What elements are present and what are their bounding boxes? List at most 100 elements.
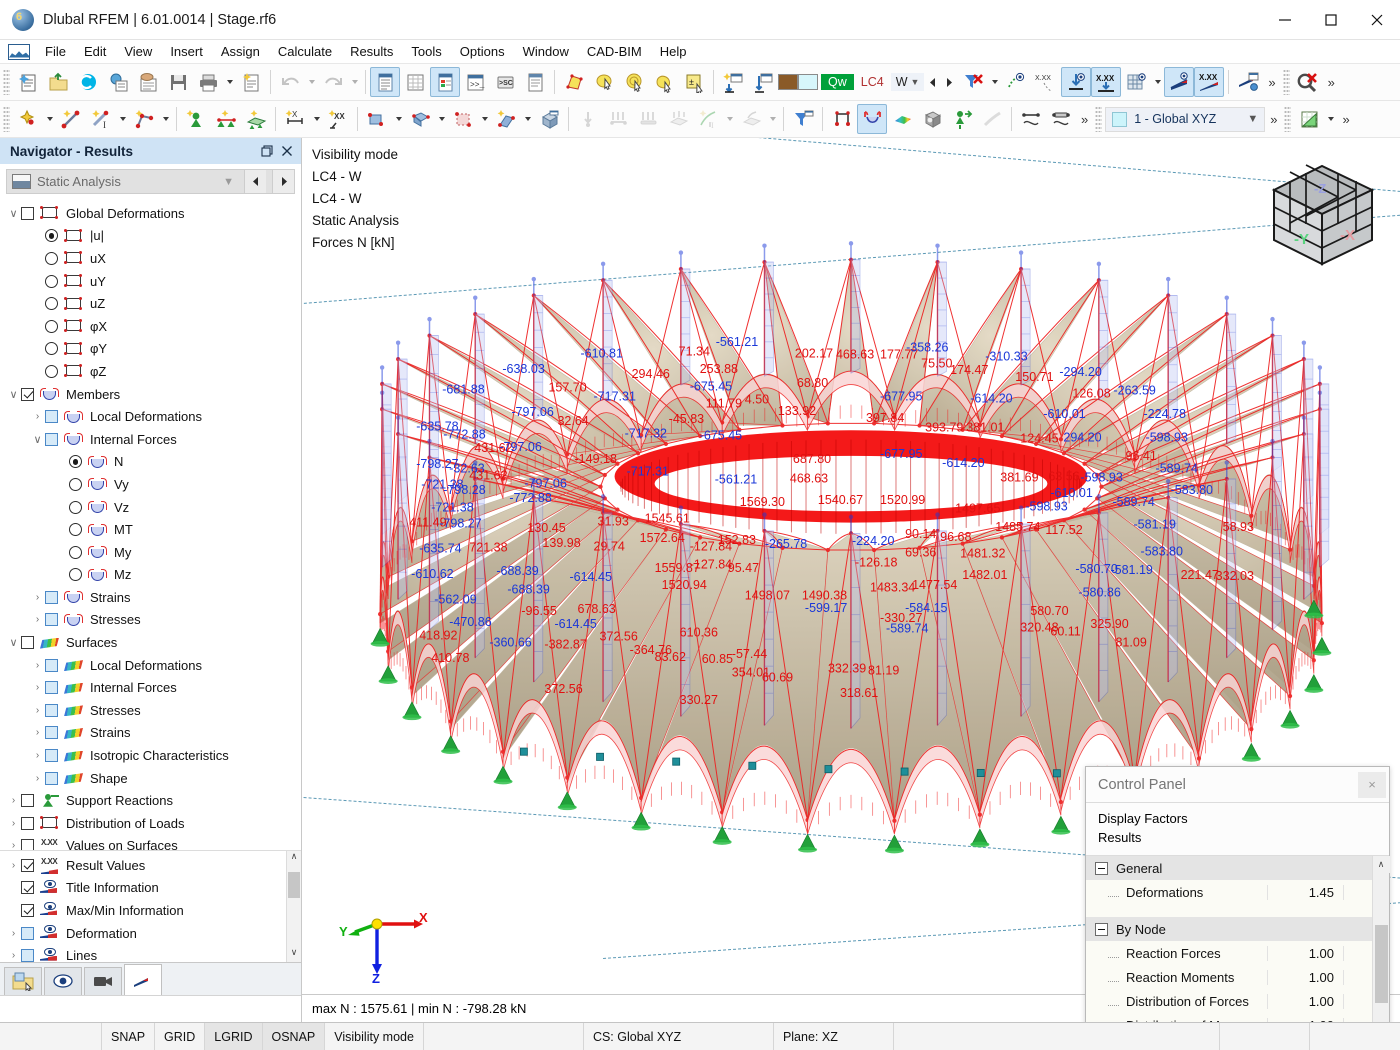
menu-cad-bim[interactable]: CAD-BIM (578, 41, 651, 62)
tree-item-isotropic-characteristics[interactable]: ›Isotropic Characteristics (0, 744, 301, 767)
undo-button[interactable] (275, 67, 305, 97)
table-panel-button[interactable] (400, 67, 430, 97)
menu-window[interactable]: Window (514, 41, 578, 62)
tree-item-local-deformations[interactable]: ›Local Deformations (0, 654, 301, 677)
result-display-settings-button[interactable] (1233, 67, 1263, 97)
checkbox-shape[interactable] (45, 772, 58, 785)
show-solid-results-button[interactable] (917, 104, 947, 134)
scroll-thumb[interactable] (288, 872, 300, 898)
next-analysis-button[interactable] (272, 170, 294, 193)
menu-file[interactable]: File (36, 41, 75, 62)
model-data-button[interactable] (103, 67, 133, 97)
checkbox-global-deformations[interactable] (21, 207, 34, 220)
tree-item-max-min-information[interactable]: Max/Min Information (0, 899, 301, 922)
select-freehand-button[interactable] (649, 67, 679, 97)
expand-icon[interactable]: › (30, 722, 45, 744)
radio-my[interactable] (69, 546, 82, 559)
factor-row[interactable]: Distribution of Mom…1.00 (1086, 1013, 1372, 1022)
show-hidden-objects-button[interactable] (1001, 67, 1031, 97)
factor-row[interactable]: Distribution of Forces1.00 (1086, 989, 1372, 1013)
show-support-reactions-2-button[interactable] (947, 104, 977, 134)
show-diagram-values-button[interactable]: X.XX (1194, 67, 1224, 97)
menu-help[interactable]: Help (651, 41, 696, 62)
expand-icon[interactable]: › (6, 854, 21, 876)
printout-report-button[interactable] (236, 67, 266, 97)
tree-item-result-values[interactable]: ›X.XXResult Values (0, 854, 301, 877)
tree-item-my[interactable]: My (0, 541, 301, 564)
toolbar-grip[interactable] (1283, 69, 1290, 95)
navigator-panel-button[interactable] (370, 67, 400, 97)
factor-row[interactable]: Reaction Forces1.00 (1086, 941, 1372, 965)
clear-results-button[interactable] (958, 67, 988, 97)
menu-assign[interactable]: Assign (212, 41, 269, 62)
member-load-button[interactable] (633, 104, 663, 134)
scroll-up-button[interactable]: ∧ (291, 851, 298, 866)
tree-item-vy[interactable]: Vy (0, 473, 301, 496)
tab-project-navigator[interactable] (4, 967, 42, 995)
tree-item-lines[interactable]: ›Lines (0, 944, 301, 962)
tree-scrollbar[interactable]: ∧∨ (286, 851, 301, 962)
tree-item-shape[interactable]: ›Shape (0, 767, 301, 790)
view-cube[interactable]: -Y -X -Z (1264, 160, 1382, 270)
checkbox-isotropic-characteristics[interactable] (45, 749, 58, 762)
tab-display-navigator[interactable] (44, 967, 82, 995)
scroll-up-button[interactable]: ∧ (1373, 856, 1390, 873)
toolbar-grip[interactable] (3, 69, 10, 95)
clear-results-caret[interactable] (988, 67, 1001, 97)
new-opening-button[interactable] (448, 104, 478, 134)
show-support-reactions-button[interactable] (1061, 67, 1091, 97)
menu-insert[interactable]: Insert (161, 41, 212, 62)
line-options-caret[interactable] (116, 104, 129, 134)
factor-value[interactable]: 1.00 (1268, 970, 1344, 985)
imposed-deformation-button[interactable] (736, 104, 766, 134)
menu-view[interactable]: View (115, 41, 161, 62)
radio--x[interactable] (45, 320, 58, 333)
expand-icon[interactable]: › (6, 922, 21, 944)
toolbar-overflow-2[interactable]: » (1323, 75, 1339, 90)
display-options-tree[interactable]: ›X.XXResult ValuesTitle InformationMax/M… (0, 850, 301, 962)
grid-options-caret[interactable] (1151, 67, 1164, 97)
radio--z[interactable] (45, 365, 58, 378)
new-text-annotation-button[interactable]: XX (323, 104, 353, 134)
show-diagram-button[interactable] (1164, 67, 1194, 97)
control-panel-close-button[interactable]: × (1358, 772, 1386, 798)
radio-vz[interactable] (69, 501, 82, 514)
toolbar-overflow-1[interactable]: » (1263, 75, 1279, 90)
show-member-internal-forces-button[interactable] (857, 104, 887, 134)
new-building-story-button[interactable] (534, 104, 564, 134)
new-nodal-support-button[interactable] (181, 104, 211, 134)
factor-value[interactable]: 1.00 (1268, 946, 1344, 961)
tree-item-global-deformations[interactable]: ∨Global Deformations (0, 202, 301, 225)
values-visibility-button[interactable]: X.XX (1031, 67, 1061, 97)
tree-item-strains[interactable]: ›Strains (0, 586, 301, 609)
control-panel-scrollbar[interactable]: ∧ ∨ (1372, 856, 1389, 1022)
new-dimension-button[interactable]: X (280, 104, 310, 134)
factor-value[interactable]: 1.00 (1268, 1018, 1344, 1023)
menu-edit[interactable]: Edit (75, 41, 115, 62)
previous-analysis-button[interactable] (244, 170, 266, 193)
checkbox-result-values[interactable] (21, 859, 34, 872)
checkbox-stresses[interactable] (45, 704, 58, 717)
tree-item-values-on-surfaces[interactable]: ›X.XXValues on Surfaces (0, 835, 301, 850)
new-node-button[interactable] (13, 104, 43, 134)
factor-value[interactable]: 1.00 (1268, 994, 1344, 1009)
factor-row[interactable]: Reaction Moments1.00 (1086, 965, 1372, 989)
checkbox-deformation[interactable] (21, 927, 34, 940)
tree-item-x[interactable]: φX (0, 315, 301, 338)
member-options-caret[interactable] (521, 104, 534, 134)
toolbar-overflow-4[interactable]: » (1265, 112, 1281, 127)
tree-item-ux[interactable]: uX (0, 247, 301, 270)
status-osnap[interactable]: OSNAP (263, 1023, 326, 1050)
work-plane-button[interactable] (1294, 104, 1324, 134)
work-plane-caret[interactable] (1324, 104, 1337, 134)
tree-item-deformation[interactable]: ›Deformation (0, 922, 301, 945)
collapse-icon[interactable]: ∨ (6, 383, 21, 405)
load-case-down-button[interactable] (748, 67, 778, 97)
next-load-case-button[interactable] (941, 70, 958, 94)
new-solid-button[interactable] (405, 104, 435, 134)
radio-mz[interactable] (69, 568, 82, 581)
load-type-badge[interactable]: Qw (821, 74, 854, 90)
minimize-button[interactable] (1262, 0, 1308, 40)
expand-icon[interactable]: › (30, 406, 45, 428)
load-case-light-swatch[interactable] (798, 74, 818, 90)
